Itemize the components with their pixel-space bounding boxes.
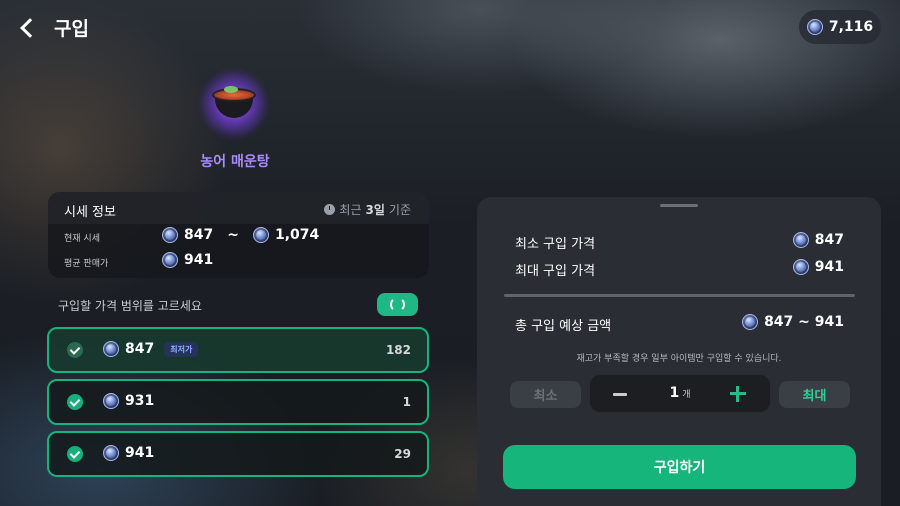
purchase-panel: 최소 구입 가격 847 최대 구입 가격 941 총 구입 예상 금액 847… [477, 197, 881, 506]
stew-bowl-icon [212, 86, 256, 120]
max-price-label: 최대 구입 가격 [515, 264, 596, 279]
option-price: 847 [125, 341, 155, 357]
range-label: 구입할 가격 범위를 고르세요 [58, 299, 202, 313]
drag-handle[interactable] [660, 204, 698, 207]
coin-icon [792, 232, 809, 248]
back-button[interactable] [16, 12, 42, 42]
option-quantity: 182 [385, 343, 411, 357]
coin-icon [252, 227, 269, 243]
option-price: 931 [125, 393, 155, 409]
check-icon [67, 394, 83, 410]
total-value: 847 ~ 941 [742, 314, 844, 330]
quantity-stepper: 1개 [590, 375, 770, 412]
price-option-931[interactable]: 931 1 [47, 379, 429, 425]
balance-value: 7,116 [828, 19, 874, 35]
coin-icon [792, 259, 809, 275]
item-name: 농어 매운탕 [200, 154, 270, 170]
min-price-label: 최소 구입 가격 [515, 237, 596, 252]
coin-icon [162, 252, 178, 268]
price-option-941[interactable]: 941 29 [47, 431, 429, 477]
max-quantity-button[interactable]: 최대 [779, 381, 850, 408]
max-price-value: 941 [792, 259, 844, 275]
average-price-label: 평균 판매가 [64, 259, 109, 269]
coin-icon [162, 227, 178, 243]
coin-icon [806, 19, 823, 35]
quantity-value: 1개 [669, 385, 691, 401]
divider [504, 294, 855, 297]
currency-balance: 7,116 [799, 10, 881, 44]
item-image [198, 68, 270, 140]
current-price-range: 847 ~ 1,074 [162, 227, 319, 243]
price-option-847[interactable]: 847 최저가 182 [47, 327, 429, 373]
current-price-label: 현재 시세 [64, 234, 100, 244]
price-info-card: 시세 정보 최근 3일 기준 현재 시세 847 ~ 1,074 평균 판매가 … [48, 192, 429, 278]
coin-icon [742, 314, 759, 330]
min-price-value: 847 [792, 232, 844, 248]
clock-icon [324, 204, 336, 215]
check-icon [67, 342, 83, 358]
minus-icon[interactable] [610, 386, 632, 402]
coin-icon [103, 445, 119, 461]
total-label: 총 구입 예상 금액 [515, 319, 612, 334]
option-price: 941 [125, 445, 155, 461]
plus-icon[interactable] [727, 383, 749, 405]
min-quantity-button[interactable]: 최소 [510, 381, 581, 408]
coin-icon [103, 341, 119, 357]
buy-button[interactable]: 구입하기 [503, 445, 856, 489]
coin-icon [103, 393, 119, 409]
check-icon [67, 446, 83, 462]
average-price: 941 [162, 252, 213, 268]
page-title: 구입 [54, 18, 89, 40]
lowest-price-badge: 최저가 [164, 341, 199, 357]
stock-notice: 재고가 부족할 경우 일부 아이템만 구입할 수 있습니다. [576, 354, 782, 364]
refresh-button[interactable] [377, 293, 418, 316]
option-quantity: 29 [394, 447, 411, 461]
recent-basis: 최근 3일 기준 [324, 201, 411, 218]
price-info-title: 시세 정보 [64, 205, 116, 220]
option-quantity: 1 [402, 395, 411, 409]
